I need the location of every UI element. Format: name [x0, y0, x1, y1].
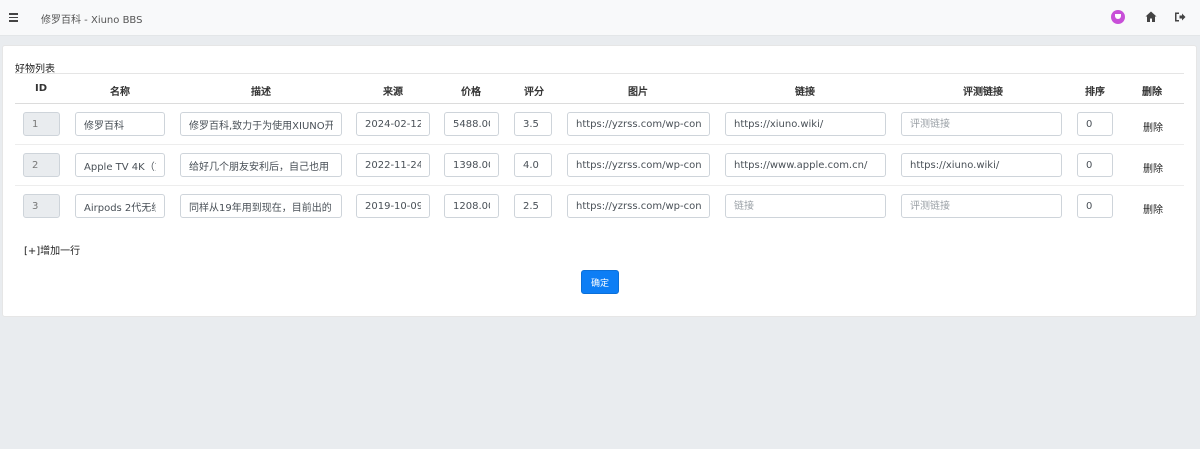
row-3-order-field[interactable] [1077, 194, 1113, 218]
column-header-desc: 描述 [251, 87, 271, 98]
column-header-review-link: 评测链接 [963, 87, 1003, 98]
column-header-id: ID [34, 83, 48, 94]
row-3-source-field[interactable] [356, 194, 430, 218]
row-2-source-field[interactable] [356, 153, 430, 177]
row-3-id-field[interactable] [23, 194, 60, 218]
row-1-image-field[interactable] [567, 112, 710, 136]
row-3-desc-field[interactable] [180, 194, 342, 218]
row-3-name-field[interactable] [75, 194, 165, 218]
header-top-divider [15, 73, 1184, 74]
add-row-link[interactable]: [+]增加一行 [24, 242, 80, 257]
row-1-price-field[interactable] [444, 112, 499, 136]
row-2-link-field[interactable] [725, 153, 886, 177]
row-2-id-field[interactable] [23, 153, 60, 177]
column-header-image: 图片 [628, 87, 648, 98]
row-1-source-field[interactable] [356, 112, 430, 136]
row-1-order-field[interactable] [1077, 112, 1113, 136]
row-2-rating-field[interactable] [514, 153, 552, 177]
confirm-button[interactable]: 确定 [581, 270, 619, 294]
site-title[interactable]: 修罗百科 - Xiuno BBS [41, 11, 142, 26]
row-3-review-link-field[interactable] [901, 194, 1062, 218]
row-2-name-field[interactable] [75, 153, 165, 177]
column-header-order: 排序 [1085, 87, 1105, 98]
row-1-name-field[interactable] [75, 112, 165, 136]
row-2-image-field[interactable] [567, 153, 710, 177]
row-3-image-field[interactable] [567, 194, 710, 218]
row-2-price-field[interactable] [444, 153, 499, 177]
row-1-link-field[interactable] [725, 112, 886, 136]
column-header-source: 来源 [383, 87, 403, 98]
column-header-price: 价格 [461, 87, 481, 98]
row-1-id-field[interactable] [23, 112, 60, 136]
row-3-rating-field[interactable] [514, 194, 552, 218]
header-bottom-divider [15, 103, 1184, 104]
column-header-delete: 删除 [1142, 87, 1162, 98]
row-divider [15, 144, 1184, 145]
row-divider [15, 185, 1184, 186]
row-3-price-field[interactable] [444, 194, 499, 218]
column-header-link: 链接 [795, 87, 815, 98]
row-2-review-link-field[interactable] [901, 153, 1062, 177]
goods-list-card: 好物列表 ID 名称 描述 来源 价格 评分 图片 链接 评测链接 排序 删除 … [2, 45, 1197, 317]
row-3-link-field[interactable] [725, 194, 886, 218]
row-2-order-field[interactable] [1077, 153, 1113, 177]
menu-icon[interactable] [8, 10, 22, 24]
row-2-desc-field[interactable] [180, 153, 342, 177]
user-avatar-icon[interactable] [1111, 10, 1125, 24]
row-2-delete-button[interactable]: 删除 [1143, 160, 1163, 175]
row-1-desc-field[interactable] [180, 112, 342, 136]
sign-out-icon[interactable] [1173, 10, 1187, 24]
row-1-review-link-field[interactable] [901, 112, 1062, 136]
row-3-delete-button[interactable]: 删除 [1143, 201, 1163, 216]
home-icon[interactable] [1144, 10, 1158, 24]
top-navbar: 修罗百科 - Xiuno BBS [0, 0, 1200, 36]
column-header-name: 名称 [110, 87, 130, 98]
column-header-rating: 评分 [524, 87, 544, 98]
row-1-delete-button[interactable]: 删除 [1143, 119, 1163, 134]
row-1-rating-field[interactable] [514, 112, 552, 136]
